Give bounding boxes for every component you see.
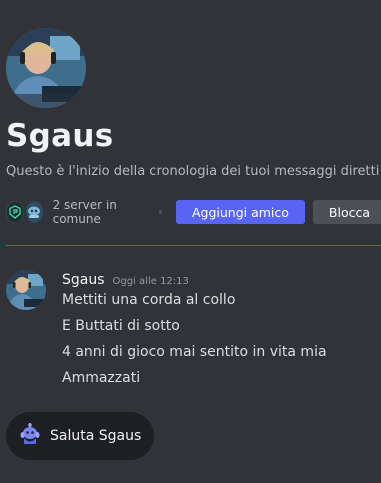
message-timestamp: Oggi alle 12:13 — [112, 276, 189, 287]
wumpus-wave-icon — [20, 423, 40, 449]
mutual-servers-row: 2 server in comune Aggiungi amico Blocca — [6, 200, 381, 224]
message-header: Sgaus Oggi alle 12:13 — [62, 272, 189, 288]
wave-button-label: Saluta Sgaus — [50, 428, 142, 444]
add-friend-button[interactable]: Aggiungi amico — [175, 200, 305, 224]
message-line: 4 anni di gioco mai sentito in vita mia — [62, 344, 327, 360]
wave-button[interactable]: Saluta Sgaus — [6, 412, 154, 460]
separator-dot — [158, 210, 162, 214]
profile-avatar[interactable] — [6, 28, 86, 108]
mutual-server-icon[interactable] — [25, 201, 43, 223]
new-messages-divider — [6, 245, 381, 246]
dm-intro-text: Questo è l'inizio della cronologia dei t… — [6, 164, 381, 179]
message-line: Ammazzati — [62, 370, 141, 386]
message-author-avatar[interactable] — [6, 270, 46, 310]
message-line: Mettiti una corda al collo — [62, 292, 236, 308]
mutual-server-icon[interactable] — [6, 201, 24, 223]
block-button[interactable]: Blocca — [312, 200, 381, 224]
page-title: Sgaus — [6, 118, 114, 154]
message-line: E Buttati di sotto — [62, 318, 180, 334]
message-author-name[interactable]: Sgaus — [62, 272, 105, 288]
mutual-servers-count[interactable]: 2 server in comune — [53, 200, 143, 224]
